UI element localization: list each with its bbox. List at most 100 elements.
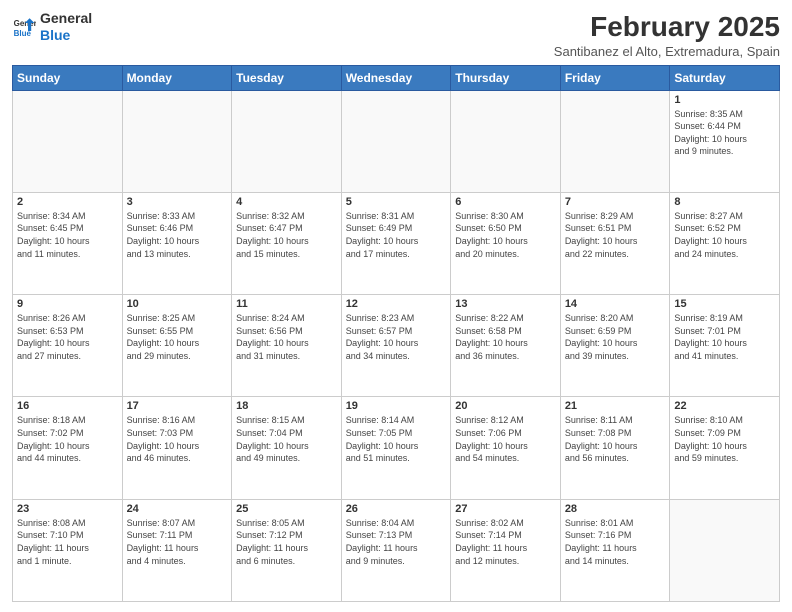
day-number: 24 <box>127 503 228 515</box>
day-number: 6 <box>455 196 556 208</box>
day-info: Sunrise: 8:07 AM Sunset: 7:11 PM Dayligh… <box>127 517 228 567</box>
calendar-cell: 9 Sunrise: 8:26 AM Sunset: 6:53 PM Daylig… <box>13 295 123 397</box>
day-header-sunday: Sunday <box>13 65 123 90</box>
calendar-cell: 28Sunrise: 8:01 AM Sunset: 7:16 PM Dayli… <box>560 499 670 601</box>
calendar-cell: 24 Sunrise: 8:07 AM Sunset: 7:11 PM Dayli… <box>122 499 232 601</box>
day-info: Sunrise: 8:31 AM Sunset: 6:49 PM Dayligh… <box>346 210 447 260</box>
calendar-cell: 18 Sunrise: 8:15 AM Sunset: 7:04 PM Dayli… <box>232 397 342 499</box>
day-info: Sunrise: 8:32 AM Sunset: 6:47 PM Dayligh… <box>236 210 337 260</box>
calendar-cell: 7 Sunrise: 8:29 AM Sunset: 6:51 PM Daylig… <box>560 192 670 294</box>
day-number: 12 <box>346 298 447 310</box>
calendar-cell: 21Sunrise: 8:11 AM Sunset: 7:08 PM Dayli… <box>560 397 670 499</box>
day-number: 7 <box>565 196 666 208</box>
day-info: Sunrise: 8:29 AM Sunset: 6:51 PM Dayligh… <box>565 210 666 260</box>
calendar-cell <box>451 90 561 192</box>
location: Santibanez el Alto, Extremadura, Spain <box>554 44 780 59</box>
calendar-cell <box>560 90 670 192</box>
calendar-cell: 26 Sunrise: 8:04 AM Sunset: 7:13 PM Dayli… <box>341 499 451 601</box>
day-number: 2 <box>17 196 118 208</box>
calendar-cell: 1Sunrise: 8:35 AM Sunset: 6:44 PM Daylig… <box>670 90 780 192</box>
day-info: Sunrise: 8:14 AM Sunset: 7:05 PM Dayligh… <box>346 414 447 464</box>
calendar-cell: 15 Sunrise: 8:19 AM Sunset: 7:01 PM Dayli… <box>670 295 780 397</box>
day-number: 19 <box>346 400 447 412</box>
calendar-cell: 8 Sunrise: 8:27 AM Sunset: 6:52 PM Daylig… <box>670 192 780 294</box>
calendar-cell: 22 Sunrise: 8:10 AM Sunset: 7:09 PM Dayli… <box>670 397 780 499</box>
day-info: Sunrise: 8:16 AM Sunset: 7:03 PM Dayligh… <box>127 414 228 464</box>
day-info: Sunrise: 8:10 AM Sunset: 7:09 PM Dayligh… <box>674 414 775 464</box>
day-info: Sunrise: 8:24 AM Sunset: 6:56 PM Dayligh… <box>236 312 337 362</box>
day-number: 18 <box>236 400 337 412</box>
calendar-cell: 3 Sunrise: 8:33 AM Sunset: 6:46 PM Daylig… <box>122 192 232 294</box>
day-info: Sunrise: 8:23 AM Sunset: 6:57 PM Dayligh… <box>346 312 447 362</box>
day-info: Sunrise: 8:02 AM Sunset: 7:14 PM Dayligh… <box>455 517 556 567</box>
day-info: Sunrise: 8:27 AM Sunset: 6:52 PM Dayligh… <box>674 210 775 260</box>
day-info: Sunrise: 8:30 AM Sunset: 6:50 PM Dayligh… <box>455 210 556 260</box>
day-number: 11 <box>236 298 337 310</box>
day-header-wednesday: Wednesday <box>341 65 451 90</box>
calendar-cell: 5 Sunrise: 8:31 AM Sunset: 6:49 PM Daylig… <box>341 192 451 294</box>
logo: General Blue General Blue <box>12 10 92 44</box>
calendar-cell <box>341 90 451 192</box>
day-info: Sunrise: 8:12 AM Sunset: 7:06 PM Dayligh… <box>455 414 556 464</box>
calendar-cell: 23 Sunrise: 8:08 AM Sunset: 7:10 PM Dayli… <box>13 499 123 601</box>
calendar-cell: 17 Sunrise: 8:16 AM Sunset: 7:03 PM Dayli… <box>122 397 232 499</box>
day-number: 17 <box>127 400 228 412</box>
day-number: 14 <box>565 298 666 310</box>
day-info: Sunrise: 8:22 AM Sunset: 6:58 PM Dayligh… <box>455 312 556 362</box>
day-number: 10 <box>127 298 228 310</box>
calendar-cell: 11 Sunrise: 8:24 AM Sunset: 6:56 PM Dayli… <box>232 295 342 397</box>
calendar-cell: 10Sunrise: 8:25 AM Sunset: 6:55 PM Dayli… <box>122 295 232 397</box>
calendar-week-5: 23 Sunrise: 8:08 AM Sunset: 7:10 PM Dayli… <box>13 499 780 601</box>
calendar-week-3: 9 Sunrise: 8:26 AM Sunset: 6:53 PM Daylig… <box>13 295 780 397</box>
day-info: Sunrise: 8:08 AM Sunset: 7:10 PM Dayligh… <box>17 517 118 567</box>
day-header-tuesday: Tuesday <box>232 65 342 90</box>
calendar-cell: 12 Sunrise: 8:23 AM Sunset: 6:57 PM Dayli… <box>341 295 451 397</box>
day-number: 8 <box>674 196 775 208</box>
calendar-cell: 16 Sunrise: 8:18 AM Sunset: 7:02 PM Dayli… <box>13 397 123 499</box>
page-container: General Blue General Blue February 2025 … <box>0 0 792 612</box>
calendar-week-1: 1Sunrise: 8:35 AM Sunset: 6:44 PM Daylig… <box>13 90 780 192</box>
calendar-cell: 2Sunrise: 8:34 AM Sunset: 6:45 PM Daylig… <box>13 192 123 294</box>
month-title: February 2025 <box>554 10 780 44</box>
day-number: 16 <box>17 400 118 412</box>
day-info: Sunrise: 8:35 AM Sunset: 6:44 PM Dayligh… <box>674 108 775 158</box>
day-number: 5 <box>346 196 447 208</box>
day-header-saturday: Saturday <box>670 65 780 90</box>
day-info: Sunrise: 8:15 AM Sunset: 7:04 PM Dayligh… <box>236 414 337 464</box>
calendar-table: SundayMondayTuesdayWednesdayThursdayFrid… <box>12 65 780 602</box>
day-number: 9 <box>17 298 118 310</box>
calendar-header-row: SundayMondayTuesdayWednesdayThursdayFrid… <box>13 65 780 90</box>
day-number: 25 <box>236 503 337 515</box>
day-header-monday: Monday <box>122 65 232 90</box>
logo-text: General Blue <box>40 10 92 44</box>
day-number: 3 <box>127 196 228 208</box>
calendar-cell: 6 Sunrise: 8:30 AM Sunset: 6:50 PM Daylig… <box>451 192 561 294</box>
calendar-cell <box>122 90 232 192</box>
header: General Blue General Blue February 2025 … <box>12 10 780 59</box>
calendar-cell <box>13 90 123 192</box>
day-info: Sunrise: 8:11 AM Sunset: 7:08 PM Dayligh… <box>565 414 666 464</box>
title-block: February 2025 Santibanez el Alto, Extrem… <box>554 10 780 59</box>
calendar-cell: 14Sunrise: 8:20 AM Sunset: 6:59 PM Dayli… <box>560 295 670 397</box>
calendar-cell: 25Sunrise: 8:05 AM Sunset: 7:12 PM Dayli… <box>232 499 342 601</box>
calendar-week-2: 2Sunrise: 8:34 AM Sunset: 6:45 PM Daylig… <box>13 192 780 294</box>
day-number: 26 <box>346 503 447 515</box>
day-number: 15 <box>674 298 775 310</box>
calendar-cell: 20 Sunrise: 8:12 AM Sunset: 7:06 PM Dayli… <box>451 397 561 499</box>
logo-icon: General Blue <box>12 15 36 39</box>
day-number: 20 <box>455 400 556 412</box>
day-header-thursday: Thursday <box>451 65 561 90</box>
calendar-cell: 4Sunrise: 8:32 AM Sunset: 6:47 PM Daylig… <box>232 192 342 294</box>
calendar-cell <box>670 499 780 601</box>
day-info: Sunrise: 8:19 AM Sunset: 7:01 PM Dayligh… <box>674 312 775 362</box>
day-info: Sunrise: 8:33 AM Sunset: 6:46 PM Dayligh… <box>127 210 228 260</box>
day-info: Sunrise: 8:18 AM Sunset: 7:02 PM Dayligh… <box>17 414 118 464</box>
calendar-cell <box>232 90 342 192</box>
day-number: 22 <box>674 400 775 412</box>
day-number: 23 <box>17 503 118 515</box>
day-info: Sunrise: 8:26 AM Sunset: 6:53 PM Dayligh… <box>17 312 118 362</box>
calendar-cell: 13Sunrise: 8:22 AM Sunset: 6:58 PM Dayli… <box>451 295 561 397</box>
day-number: 27 <box>455 503 556 515</box>
day-header-friday: Friday <box>560 65 670 90</box>
day-info: Sunrise: 8:04 AM Sunset: 7:13 PM Dayligh… <box>346 517 447 567</box>
